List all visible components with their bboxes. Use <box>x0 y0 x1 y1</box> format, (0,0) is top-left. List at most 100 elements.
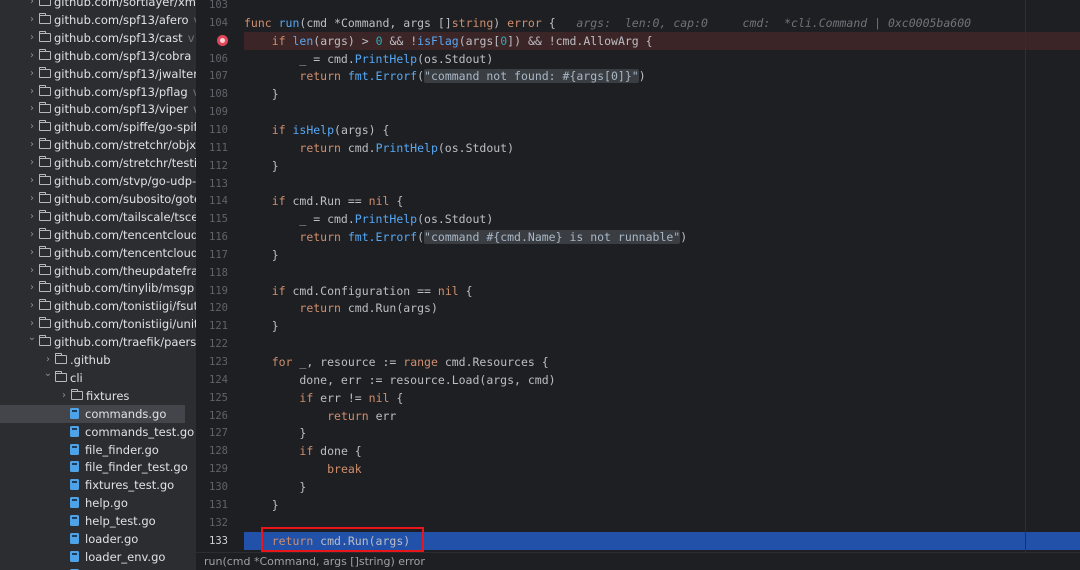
chevron-right-icon[interactable]: › <box>26 208 38 226</box>
line-number[interactable]: 115 <box>198 210 228 228</box>
tree-folder-item[interactable]: › github.com/spf13/pflagv1.0 <box>0 83 196 101</box>
code-line[interactable]: if cmd.Run == nil { <box>244 192 1080 210</box>
code-line[interactable]: if done { <box>244 442 1080 460</box>
code-line[interactable]: } <box>244 424 1080 442</box>
line-number[interactable]: 108 <box>198 85 228 103</box>
tree-file-item[interactable]: loader.go <box>0 530 196 548</box>
line-number[interactable]: 104 <box>198 14 228 32</box>
code-line[interactable] <box>244 335 1080 353</box>
line-number[interactable]: 133 <box>198 532 228 550</box>
tree-folder-item[interactable]: › github.com/theupdateframev <box>0 262 196 280</box>
code-line[interactable]: if cmd.Configuration == nil { <box>244 282 1080 300</box>
line-number[interactable]: 120 <box>198 299 228 317</box>
tree-folder-item[interactable]: › github.com/stvp/go-udp-tes <box>0 172 196 190</box>
chevron-down-icon[interactable]: ⌄ <box>26 329 38 347</box>
tree-folder-item[interactable]: › github.com/spf13/viperv1.8 <box>0 100 196 118</box>
code-line[interactable]: } <box>244 317 1080 335</box>
code-line[interactable]: return cmd.PrintHelp(os.Stdout) <box>244 139 1080 157</box>
code-editor[interactable]: func run(cmd *Command, args []string) er… <box>244 0 1080 552</box>
line-number[interactable]: 123 <box>198 353 228 371</box>
tree-folder-item[interactable]: › github.com/tailscale/tscertv <box>0 208 196 226</box>
chevron-right-icon[interactable]: › <box>26 154 38 172</box>
line-number[interactable]: 129 <box>198 460 228 478</box>
chevron-right-icon[interactable]: › <box>26 279 38 297</box>
line-number[interactable]: 132 <box>198 514 228 532</box>
line-number[interactable]: 127 <box>198 424 228 442</box>
code-line[interactable]: } <box>244 496 1080 514</box>
chevron-right-icon[interactable]: › <box>26 136 38 154</box>
code-line[interactable]: _ = cmd.PrintHelp(os.Stdout) <box>244 210 1080 228</box>
line-number[interactable]: 117 <box>198 246 228 264</box>
chevron-right-icon[interactable]: › <box>26 11 38 29</box>
chevron-down-icon[interactable]: ⌄ <box>42 365 54 383</box>
tree-folder-item[interactable]: ⌄ cli <box>0 368 196 387</box>
line-number[interactable]: 109 <box>198 103 228 121</box>
chevron-right-icon[interactable]: › <box>26 226 38 244</box>
line-number[interactable]: 103 <box>198 0 228 14</box>
tree-folder-item[interactable]: › github.com/spf13/jwalterwea <box>0 65 196 83</box>
tree-file-item[interactable]: loader_env.go <box>0 548 196 566</box>
line-number[interactable]: 118 <box>198 264 228 282</box>
tree-folder-item[interactable]: › github.com/spiffe/go-spiffe/ <box>0 118 196 136</box>
code-line[interactable]: return fmt.Errorf("command #{cmd.Name} i… <box>244 228 1080 246</box>
tree-folder-item[interactable]: › github.com/spf13/aferov1.6 <box>0 11 196 29</box>
line-number[interactable]: 110 <box>198 121 228 139</box>
chevron-right-icon[interactable]: › <box>26 65 38 83</box>
chevron-right-icon[interactable]: › <box>26 83 38 101</box>
tree-folder-item[interactable]: › .github <box>0 351 196 369</box>
chevron-right-icon[interactable]: › <box>26 29 38 47</box>
chevron-right-icon[interactable]: › <box>26 244 38 262</box>
code-line[interactable]: func run(cmd *Command, args []string) er… <box>244 14 1080 32</box>
tree-folder-item[interactable]: › github.com/tencentcloud/ter <box>0 226 196 244</box>
tree-folder-item[interactable]: › github.com/sortlayer/xmlrpc <box>0 0 196 11</box>
line-number-gutter[interactable]: 103 104 106 107 108 109 110 111 112 113 114 115 116 1… <box>196 0 244 570</box>
tree-folder-item[interactable]: › github.com/tinylib/msgpv1.1 <box>0 279 196 297</box>
tree-file-item[interactable]: file_finder_test.go <box>0 458 196 476</box>
tree-file-item[interactable]: help_test.go <box>0 512 196 530</box>
line-number[interactable]: 116 <box>198 228 228 246</box>
code-line[interactable] <box>244 175 1080 193</box>
tree-file-item[interactable]: commands.go <box>0 404 185 423</box>
code-line[interactable]: return fmt.Errorf("command not found: #{… <box>244 67 1080 85</box>
line-number[interactable]: 124 <box>198 371 228 389</box>
breakpoint-icon[interactable] <box>217 35 228 46</box>
tree-file-item[interactable]: loader_file.go <box>0 566 196 570</box>
code-line[interactable]: if isHelp(args) { <box>244 121 1080 139</box>
chevron-right-icon[interactable]: › <box>26 297 38 315</box>
tree-folder-item[interactable]: › github.com/subosito/gotenv <box>0 190 196 208</box>
chevron-right-icon[interactable]: › <box>26 190 38 208</box>
line-number[interactable]: 114 <box>198 192 228 210</box>
line-number[interactable]: 131 <box>198 496 228 514</box>
tree-folder-item[interactable]: › github.com/stretchr/testifyv <box>0 154 196 172</box>
chevron-right-icon[interactable]: › <box>26 118 38 136</box>
line-number[interactable]: 106 <box>198 50 228 68</box>
code-line[interactable]: for _, resource := range cmd.Resources { <box>244 353 1080 371</box>
line-number[interactable]: 111 <box>198 139 228 157</box>
line-number[interactable]: 107 <box>198 67 228 85</box>
tree-file-item[interactable]: file_finder.go <box>0 441 196 459</box>
code-line[interactable] <box>244 0 1080 14</box>
code-line[interactable]: } <box>244 157 1080 175</box>
tree-folder-item[interactable]: › github.com/spf13/cobrav1.6 <box>0 47 196 65</box>
code-line[interactable]: return err <box>244 407 1080 425</box>
chevron-right-icon[interactable]: › <box>26 172 38 190</box>
chevron-right-icon[interactable]: › <box>26 100 38 118</box>
chevron-right-icon[interactable]: › <box>26 47 38 65</box>
tree-file-item[interactable]: fixtures_test.go <box>0 476 196 494</box>
code-line[interactable]: } <box>244 85 1080 103</box>
code-line[interactable]: _ = cmd.PrintHelp(os.Stdout) <box>244 50 1080 68</box>
code-line[interactable]: } <box>244 478 1080 496</box>
line-number[interactable]: 125 <box>198 389 228 407</box>
code-line[interactable]: } <box>244 246 1080 264</box>
code-line[interactable] <box>244 103 1080 121</box>
chevron-right-icon[interactable]: › <box>26 0 38 11</box>
line-number[interactable]: 112 <box>198 157 228 175</box>
line-number[interactable]: 119 <box>198 282 228 300</box>
code-line[interactable]: done, err := resource.Load(args, cmd) <box>244 371 1080 389</box>
line-number[interactable]: 121 <box>198 317 228 335</box>
tree-folder-item[interactable]: › github.com/tonistiigi/fsutilv <box>0 297 196 315</box>
tree-folder-item[interactable]: ⌄ github.com/traefik/paerserv <box>0 332 196 351</box>
breakpoint-line[interactable]: if len(args) > 0 && !isFlag(args[0]) && … <box>244 31 1080 50</box>
tree-folder-item[interactable]: › github.com/spf13/castv1.3.1 <box>0 29 196 47</box>
code-line[interactable]: if err != nil { <box>244 389 1080 407</box>
